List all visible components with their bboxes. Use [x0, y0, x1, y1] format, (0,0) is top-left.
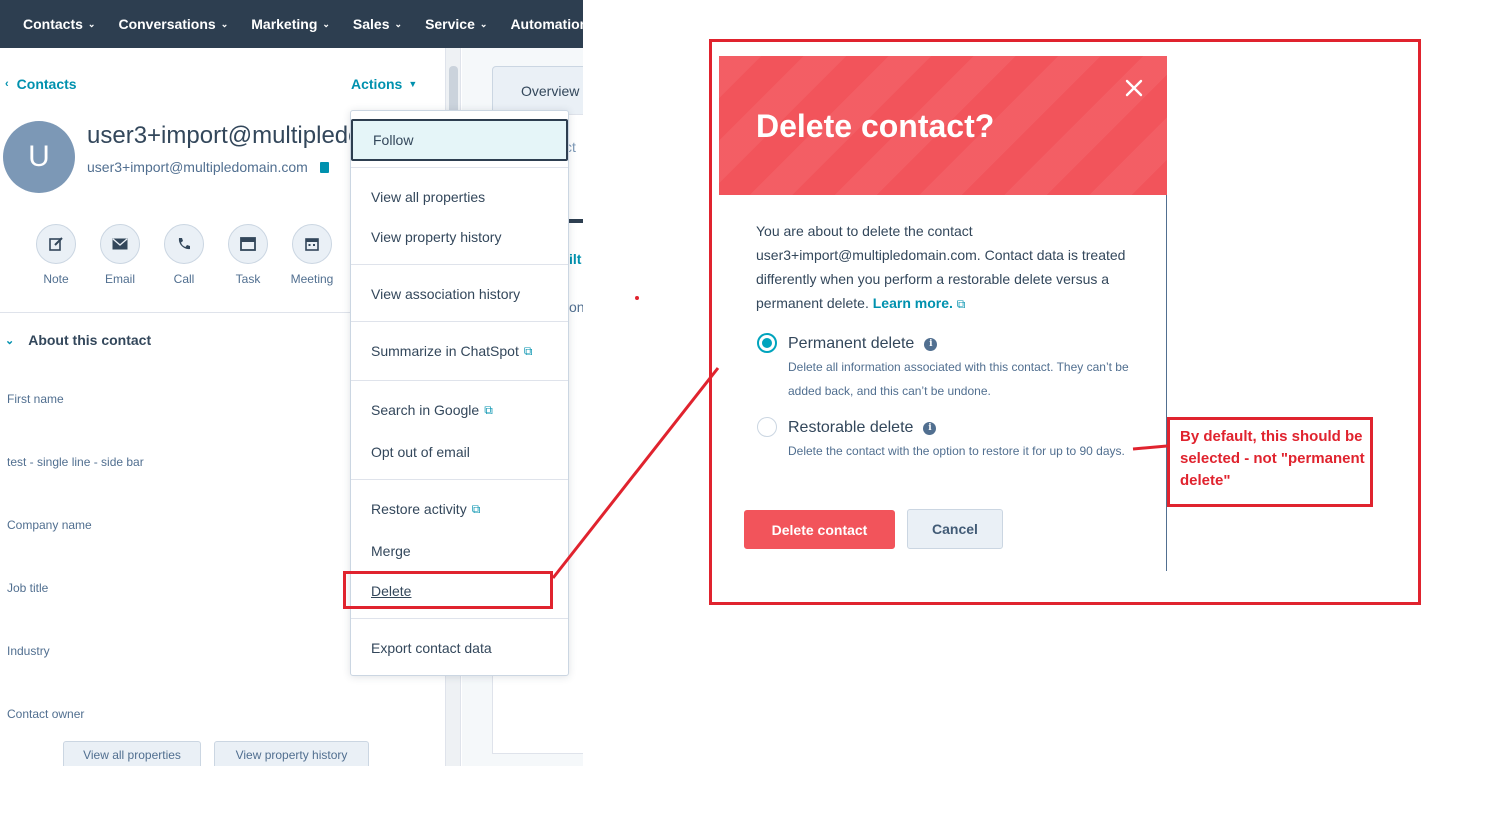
menu-item-follow[interactable]: Follow — [351, 119, 568, 161]
dialog-description: You are about to delete the contact user… — [756, 223, 1126, 311]
email-action[interactable]: Email — [90, 224, 150, 286]
menu-item-view-all-properties[interactable]: View all properties — [371, 189, 485, 205]
menu-divider — [351, 167, 568, 168]
external-link-icon: ⧉ — [523, 343, 533, 358]
tab-underline — [569, 219, 583, 223]
property-job-title: Job title — [7, 581, 49, 595]
info-icon[interactable]: i — [924, 337, 938, 351]
permanent-delete-description: Delete all information associated with t… — [788, 360, 1129, 398]
annotation-dot — [635, 296, 639, 300]
chevron-down-icon: ⌄ — [322, 18, 330, 29]
external-link-icon: ⧉ — [956, 297, 966, 311]
menu-item-merge[interactable]: Merge — [371, 543, 411, 559]
permanent-delete-radio[interactable] — [757, 333, 777, 353]
property-first-name: First name — [7, 392, 64, 406]
nav-automation[interactable]: Automation — [510, 16, 583, 32]
close-icon[interactable] — [1124, 78, 1144, 98]
annotation-callout: By default, this should be selected - no… — [1167, 417, 1373, 507]
menu-divider — [351, 380, 568, 381]
obscured-filter-link[interactable]: ilt — [569, 251, 581, 267]
nav-contacts[interactable]: Contacts ⌄ — [23, 16, 95, 32]
actions-menu-toggle[interactable]: Actions ▼ — [351, 76, 417, 92]
edit-icon — [49, 237, 63, 251]
note-label: Note — [43, 272, 69, 286]
permanent-delete-label[interactable]: Permanent delete i — [788, 335, 938, 353]
call-action[interactable]: Call — [154, 224, 214, 286]
chevron-down-icon: ⌄ — [479, 18, 488, 29]
restorable-delete-radio[interactable] — [757, 417, 777, 437]
meeting-label: Meeting — [290, 272, 334, 286]
call-label: Call — [173, 272, 195, 286]
nav-service[interactable]: Service ⌄ — [425, 16, 487, 32]
crm-app-screenshot: Contacts ⌄ Conversations ⌄ Marketing ⌄ Sale… — [0, 0, 583, 766]
menu-item-view-association-history[interactable]: View association history — [371, 286, 520, 302]
info-icon[interactable]: i — [923, 421, 937, 435]
phone-icon — [178, 238, 190, 250]
nav-conversations[interactable]: Conversations ⌄ — [118, 16, 228, 32]
contact-email: user3+import@multipledomain.com — [87, 159, 329, 175]
menu-item-export-contact-data[interactable]: Export contact data — [371, 640, 492, 656]
learn-more-link[interactable]: Learn more. ⧉ — [873, 295, 966, 311]
menu-divider — [351, 479, 568, 480]
delete-contact-button[interactable]: Delete contact — [744, 510, 895, 549]
view-all-properties-button[interactable]: View all properties — [63, 741, 201, 766]
calendar-icon — [305, 238, 319, 251]
menu-item-restore-activity[interactable]: Restore activity ⧉ — [371, 501, 480, 517]
menu-item-opt-out-email[interactable]: Opt out of email — [371, 444, 470, 460]
menu-item-summarize-chatspot[interactable]: Summarize in ChatSpot ⧉ — [371, 343, 532, 359]
copy-icon[interactable] — [319, 161, 329, 173]
menu-item-search-google[interactable]: Search in Google ⧉ — [371, 402, 493, 418]
about-section-toggle[interactable]: ⌄ About this contact — [5, 332, 151, 348]
chevron-left-icon: ‹ — [5, 78, 9, 90]
obscured-text: on — [569, 299, 583, 315]
dialog-header: Delete contact? — [719, 56, 1167, 195]
avatar: U — [3, 121, 75, 193]
delete-contact-dialog: Delete contact? You are about to delete … — [719, 56, 1167, 571]
restorable-delete-label[interactable]: Restorable delete i — [788, 419, 937, 437]
dialog-title: Delete contact? — [756, 108, 995, 144]
task-icon — [240, 237, 256, 251]
cancel-button[interactable]: Cancel — [907, 509, 1003, 549]
view-property-history-button[interactable]: View property history — [214, 741, 369, 766]
property-single-line: test - single line - side bar — [7, 455, 144, 469]
menu-item-view-property-history[interactable]: View property history — [371, 229, 501, 245]
restorable-delete-description: Delete the contact with the option to re… — [788, 444, 1125, 458]
call-button[interactable] — [164, 224, 204, 264]
property-industry: Industry — [7, 644, 50, 658]
chevron-down-icon: ⌄ — [394, 18, 403, 29]
external-link-icon: ⧉ — [471, 501, 481, 516]
email-label: Email — [104, 272, 135, 286]
nav-marketing[interactable]: Marketing ⌄ — [251, 16, 330, 32]
external-link-icon: ⧉ — [484, 402, 493, 417]
nav-sales[interactable]: Sales ⌄ — [353, 16, 402, 32]
chevron-down-icon: ⌄ — [220, 18, 229, 29]
task-label: Task — [235, 272, 261, 286]
back-to-contacts-link[interactable]: ‹ Contacts — [5, 76, 77, 92]
property-contact-owner: Contact owner — [7, 707, 85, 721]
menu-divider — [351, 321, 568, 322]
task-action[interactable]: Task — [218, 224, 278, 286]
tab-overview[interactable]: Overview — [492, 66, 583, 114]
menu-divider — [351, 264, 568, 265]
menu-divider — [351, 618, 568, 619]
meeting-action[interactable]: Meeting — [282, 224, 342, 286]
chevron-down-icon: ⌄ — [87, 18, 96, 29]
envelope-icon — [112, 238, 128, 250]
note-action[interactable]: Note — [26, 224, 86, 286]
delete-highlight-box — [343, 571, 553, 609]
property-company-name: Company name — [7, 518, 92, 532]
email-button[interactable] — [100, 224, 140, 264]
caret-down-icon: ▼ — [408, 79, 418, 89]
top-navigation: Contacts ⌄ Conversations ⌄ Marketing ⌄ Sale… — [0, 0, 583, 48]
note-button[interactable] — [36, 224, 76, 264]
meeting-button[interactable] — [292, 224, 332, 264]
chevron-down-icon: ⌄ — [5, 334, 15, 347]
task-button[interactable] — [228, 224, 268, 264]
